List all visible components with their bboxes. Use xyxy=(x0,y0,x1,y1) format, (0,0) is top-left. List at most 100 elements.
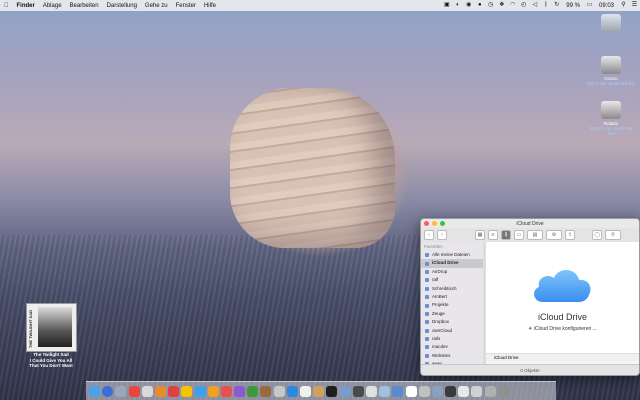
sidebar-item-projekte[interactable]: Projekte xyxy=(421,301,483,309)
back-button[interactable]: ‹ xyxy=(424,230,434,240)
menu-hilfe[interactable]: Hilfe xyxy=(200,3,220,9)
dock-app-icon[interactable] xyxy=(115,385,127,397)
dock-app-icon[interactable] xyxy=(418,385,430,397)
dock-app-icon[interactable] xyxy=(194,385,206,397)
clock-icon[interactable]: ◴ xyxy=(520,2,527,9)
sidebar-item-websites[interactable]: Websites xyxy=(421,352,483,360)
dock-app-icon[interactable] xyxy=(445,385,457,397)
sidebar-item-schreibtisch[interactable]: Schreibtisch xyxy=(421,285,483,293)
battery-icon[interactable]: ▭ xyxy=(586,2,593,9)
hard-drive-icon xyxy=(601,56,621,74)
sidebar-item-alle-meine-dateien[interactable]: Alle meine Dateien xyxy=(421,251,483,259)
volume-icon[interactable]: ◁ xyxy=(531,2,538,9)
apple-menu-icon[interactable]:  xyxy=(0,3,13,9)
menu-app[interactable]: Finder xyxy=(13,3,39,9)
arrange-button[interactable]: ▤ xyxy=(527,230,543,240)
wifi-icon[interactable]: ◠ xyxy=(509,2,516,9)
dock-app-icon[interactable] xyxy=(300,385,311,397)
dock-app-icon[interactable] xyxy=(89,385,100,397)
list-view-button[interactable]: ≡ xyxy=(488,230,498,240)
dock-app-icon[interactable] xyxy=(154,385,166,397)
sidebar-item-ralf[interactable]: ralf xyxy=(421,276,483,284)
menu-bearbeiten[interactable]: Bearbeiten xyxy=(66,3,103,9)
status-icon-1[interactable]: ▣ xyxy=(443,2,450,9)
notification-center-icon[interactable]: ☰ xyxy=(631,2,638,9)
tags-button[interactable]: ◯ xyxy=(592,230,602,240)
column-view-button[interactable]: ⫼ xyxy=(501,230,511,240)
menu-ablage[interactable]: Ablage xyxy=(39,3,66,9)
desktop-icon-gonzo[interactable]: Gonzo 352,2 GB, 60,09 GB frei xyxy=(586,56,636,86)
dock-app-icon[interactable] xyxy=(458,385,470,397)
sidebar-item-rails[interactable]: rails xyxy=(421,335,483,343)
sidebar-item-owncloud[interactable]: ownCloud xyxy=(421,327,483,335)
dock-app-icon[interactable] xyxy=(102,385,114,397)
path-item[interactable]: iCloud Drive xyxy=(494,355,519,360)
dock-app-icon[interactable] xyxy=(128,385,140,397)
sidebar-item-label: macdev xyxy=(432,344,448,350)
status-icon-2[interactable]: ◐ xyxy=(454,2,461,9)
bluetooth-icon[interactable]: ᛒ xyxy=(542,2,549,9)
dock-app-icon[interactable] xyxy=(431,385,443,397)
dock-app-icon[interactable] xyxy=(339,385,351,397)
album-cover-widget[interactable]: THE TWILIGHT SAD xyxy=(26,303,77,352)
dock-app-icon[interactable] xyxy=(207,385,219,397)
dock-app-icon[interactable] xyxy=(273,385,285,397)
dock-app-icon[interactable] xyxy=(220,385,232,397)
status-icon-5[interactable]: ◷ xyxy=(487,2,494,9)
dock-app-icon[interactable] xyxy=(286,385,298,397)
action-button[interactable]: ⚙ xyxy=(546,230,562,240)
wallpaper-bandaged-head xyxy=(230,88,395,248)
desktop-icon-detail: 352,2 GB, 60,09 GB frei xyxy=(586,81,636,86)
forward-button[interactable]: › xyxy=(437,230,447,240)
spotlight-icon[interactable]: ⚲ xyxy=(620,2,627,9)
sync-icon[interactable]: ↻ xyxy=(553,2,560,9)
sidebar-item-ambert[interactable]: AmBert xyxy=(421,293,483,301)
sidebar-item-label: AmBert xyxy=(432,293,448,299)
dock-app-icon[interactable] xyxy=(326,385,338,397)
dock-app-icon[interactable] xyxy=(392,385,404,397)
dock-app-icon[interactable] xyxy=(313,385,325,397)
menu-clock[interactable]: 09:03 xyxy=(595,3,618,9)
battery-percent[interactable]: 99 % xyxy=(562,3,584,9)
dock-app-icon[interactable] xyxy=(260,385,272,397)
dock-app-icon[interactable] xyxy=(471,385,483,397)
menu-darstellung[interactable]: Darstellung xyxy=(103,3,141,9)
sidebar-item-label: ralf xyxy=(432,277,439,283)
folder-icon xyxy=(425,328,429,333)
dock-app-icon[interactable] xyxy=(247,385,259,397)
dock-app-icon[interactable] xyxy=(168,385,180,397)
desktop-icon-rotatio[interactable]: Rotatio 354,91 GB, 60,09 GB frei xyxy=(586,101,636,136)
status-icon-6[interactable]: ❖ xyxy=(498,2,505,9)
dock-app-icon[interactable] xyxy=(352,385,364,397)
menu-fenster[interactable]: Fenster xyxy=(172,3,200,9)
dock-app-icon[interactable] xyxy=(141,385,153,397)
status-icon-3[interactable]: ◉ xyxy=(465,2,472,9)
sidebar-item-zeuge[interactable]: Zeuge xyxy=(421,310,483,318)
content-title: iCloud Drive xyxy=(537,312,588,322)
status-icon-4[interactable]: ● xyxy=(476,2,483,9)
dock-app-icon[interactable] xyxy=(497,385,509,397)
menu-gehe-zu[interactable]: Gehe zu xyxy=(141,3,172,9)
sidebar-item-airdrop[interactable]: AirDrop xyxy=(421,268,483,276)
desktop-icon-top-drive[interactable] xyxy=(586,14,636,34)
dock-app-icon[interactable] xyxy=(379,385,391,397)
finder-toolbar: ‹ › ▦ ≡ ⫼ ▭ ▤ ⚙ ⇪ ◯ ⚲ xyxy=(421,228,639,243)
dock-app-icon[interactable] xyxy=(365,385,377,397)
cloud-icon xyxy=(425,261,429,266)
window-titlebar[interactable]: iCloud Drive xyxy=(421,219,639,228)
share-button[interactable]: ⇪ xyxy=(565,230,575,240)
dock-app-icon[interactable] xyxy=(181,385,193,397)
path-bar[interactable]: iCloud Drive xyxy=(486,353,639,361)
icloud-icon xyxy=(534,269,591,302)
content-status: ✳ iCloud Drive konfigurieren ... xyxy=(486,326,639,332)
sidebar-item-icloud-drive[interactable]: iCloud Drive xyxy=(421,259,483,268)
menu-bar:  Finder Ablage Bearbeiten Darstellung G… xyxy=(0,0,640,11)
cover-flow-button[interactable]: ▭ xyxy=(514,230,524,240)
search-button[interactable]: ⚲ xyxy=(605,230,621,240)
icon-view-button[interactable]: ▦ xyxy=(475,230,485,240)
sidebar-item-macdev[interactable]: macdev xyxy=(421,343,483,351)
dock-app-icon[interactable] xyxy=(234,385,246,397)
sidebar-item-dropbox[interactable]: Dropbox xyxy=(421,318,483,326)
dock-app-icon[interactable] xyxy=(484,385,496,397)
dock-app-icon[interactable] xyxy=(405,385,417,397)
